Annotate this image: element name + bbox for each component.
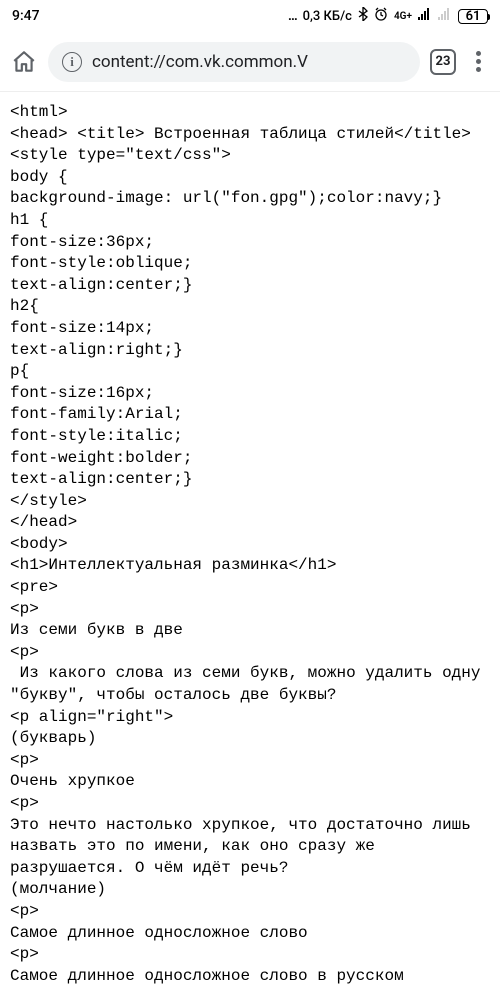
home-button[interactable] [10,48,38,76]
signal-icon-2 [438,8,452,24]
menu-button[interactable] [466,51,490,72]
data-rate: 0,3 КБ/с [303,9,352,24]
url-text: content://com.vk.common.V [92,52,406,72]
bluetooth-icon [358,7,368,25]
tabs-button[interactable]: 23 [430,49,456,75]
status-left: 9:47 [12,8,40,24]
status-right: 0,3 КБ/с 4G+ 61 [288,7,488,25]
page-content: <html> <head> <title> Встроенная таблица… [0,92,500,987]
alarm-icon [374,7,388,25]
network-type: 4G+ [394,11,412,22]
dot-icon [476,67,481,72]
tab-count: 23 [436,54,451,69]
dot-icon [476,51,481,56]
status-time: 9:47 [12,8,40,24]
status-bar: 9:47 0,3 КБ/с 4G+ 61 [0,0,500,32]
url-bar[interactable]: i content://com.vk.common.V [48,42,420,82]
battery-icon: 61 [458,9,488,24]
more-indicator-icon [288,9,297,24]
signal-icon [418,8,432,24]
site-info-icon[interactable]: i [62,52,82,72]
dot-icon [476,59,481,64]
browser-toolbar: i content://com.vk.common.V 23 [0,32,500,92]
battery-level: 61 [466,9,481,24]
